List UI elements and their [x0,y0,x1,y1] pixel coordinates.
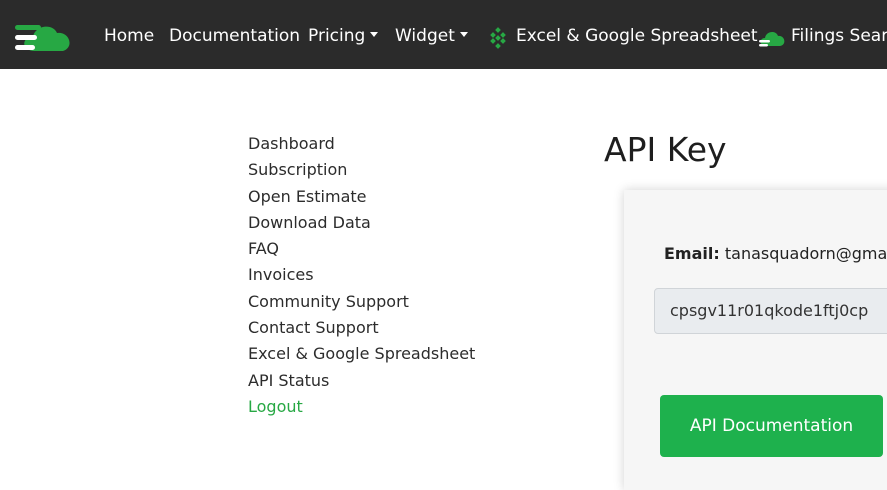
chevron-down-icon [459,32,468,37]
nav-filings-search[interactable]: Filings Searc [791,25,887,47]
email-row: Email: tanasquadorn@gmail. [664,244,887,263]
nav-excel-google-spreadsheet[interactable]: Excel & Google Spreadsheet [516,25,758,47]
page-title: API Key [604,130,727,169]
api-documentation-button[interactable]: API Documentation [660,395,883,457]
nav-documentation[interactable]: Documentation [169,25,300,47]
sidebar-item-faq[interactable]: FAQ [248,236,475,262]
sidebar-item-subscription[interactable]: Subscription [248,157,475,183]
sidebar-item-logout[interactable]: Logout [248,394,475,420]
brand-logo-icon[interactable] [13,17,73,57]
nav-pricing-dropdown[interactable]: Pricing [308,25,379,47]
nav-widget-label: Widget [395,26,455,46]
sidebar-item-excel-google-spreadsheet[interactable]: Excel & Google Spreadsheet [248,341,475,367]
cloud-search-icon [759,32,785,47]
sidebar-item-contact-support[interactable]: Contact Support [248,315,475,341]
sidebar-item-open-estimate[interactable]: Open Estimate [248,184,475,210]
email-value: tanasquadorn@gmail. [724,244,887,263]
chevron-down-icon [370,32,379,37]
nav-pricing-label: Pricing [308,26,366,46]
top-navbar: Home Documentation Pricing Widget Excel … [0,0,887,69]
sidebar-item-api-status[interactable]: API Status [248,368,475,394]
api-key-field[interactable]: cpsgv11r01qkode1ftj0cp [654,288,887,334]
email-label: Email: [664,244,720,263]
sidebar-item-download-data[interactable]: Download Data [248,210,475,236]
nav-widget-dropdown[interactable]: Widget [395,25,468,47]
sidebar-item-invoices[interactable]: Invoices [248,262,475,288]
nav-home[interactable]: Home [104,25,154,47]
sidebar-item-community-support[interactable]: Community Support [248,289,475,315]
spreadsheet-icon [490,27,506,49]
sidebar-item-dashboard[interactable]: Dashboard [248,131,475,157]
account-sidebar: Dashboard Subscription Open Estimate Dow… [248,131,475,420]
